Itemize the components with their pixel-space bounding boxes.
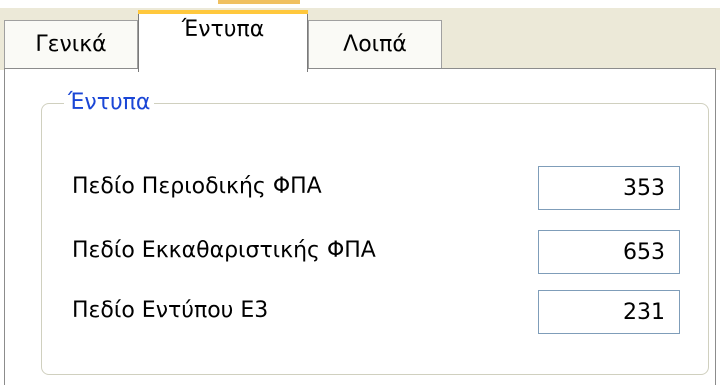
e3-form-input[interactable]: 231	[538, 290, 680, 334]
tab-panel-forms: Έντυπα Πεδίο Περιοδικής ΦΠΑ 353 Πεδίο Εκ…	[4, 68, 716, 385]
periodic-vat-input[interactable]: 353	[538, 166, 680, 210]
forms-groupbox: Έντυπα Πεδίο Περιοδικής ΦΠΑ 353 Πεδίο Εκ…	[41, 88, 709, 375]
tab-general[interactable]: Γενικά	[4, 20, 138, 68]
top-highlight	[218, 0, 300, 4]
tab-other[interactable]: Λοιπά	[308, 20, 442, 68]
dialog-root: Γενικά Έντυπα Λοιπά Έντυπα Πεδίο Περιοδι…	[0, 0, 720, 385]
tab-forms[interactable]: Έντυπα	[138, 10, 308, 72]
groupbox-title: Έντυπα	[64, 88, 155, 118]
field-row-e3-form: Πεδίο Εντύπου Ε3 231	[72, 290, 692, 334]
clearing-vat-input[interactable]: 653	[538, 230, 680, 274]
field-row-periodic-vat: Πεδίο Περιοδικής ΦΠΑ 353	[72, 166, 692, 210]
e3-form-label: Πεδίο Εντύπου Ε3	[72, 298, 269, 323]
clearing-vat-label: Πεδίο Εκκαθαριστικής ΦΠΑ	[72, 238, 376, 263]
field-row-clearing-vat: Πεδίο Εκκαθαριστικής ΦΠΑ 653	[72, 230, 692, 274]
clipped-top-strip	[0, 0, 720, 8]
periodic-vat-label: Πεδίο Περιοδικής ΦΠΑ	[72, 174, 322, 199]
tab-bar: Γενικά Έντυπα Λοιπά	[0, 8, 720, 72]
